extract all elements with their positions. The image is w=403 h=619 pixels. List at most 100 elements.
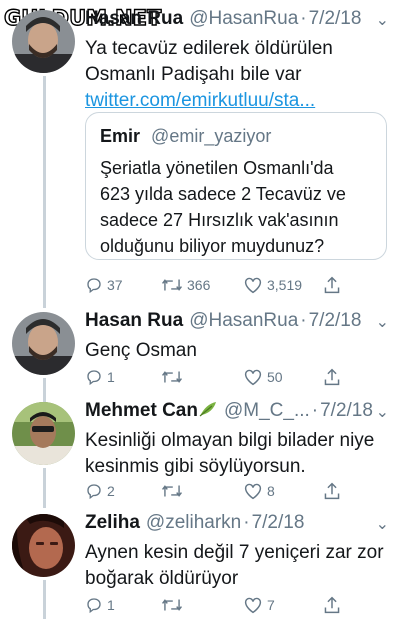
retweet-button[interactable] [161, 482, 187, 500]
like-icon [244, 483, 262, 500]
chevron-down-icon[interactable]: ⌄ [376, 10, 389, 30]
tweet-text: Genç Osman [85, 338, 393, 364]
retweet-count: 366 [187, 277, 211, 293]
avatar[interactable] [12, 312, 75, 375]
separator-dot: · [311, 400, 319, 421]
chevron-down-icon[interactable]: ⌄ [376, 402, 389, 422]
avatar[interactable] [12, 402, 75, 465]
retweet-icon [162, 279, 182, 291]
separator-dot: · [300, 310, 307, 331]
tweet-link[interactable]: twitter.com/emirkutluu/sta... [85, 88, 393, 114]
tweet-actions: 1 50 [85, 366, 393, 388]
display-name[interactable]: Hasan Rua [85, 8, 183, 30]
tweet-text: Aynen kesin değil 7 yeniçeri zar zor boğ… [85, 540, 393, 592]
leaf-emoji-icon [199, 402, 216, 417]
retweet-button[interactable]: 366 [161, 276, 210, 294]
tweet-text: Kesinliği olmayan bilgi bilader niye kes… [85, 428, 393, 480]
tweet-text-line: Ya tecavüz edilerek öldürülen [85, 38, 333, 59]
separator-dot: · [243, 512, 250, 533]
reply-button[interactable]: 1 [85, 596, 115, 614]
quote-display-name: Emir [100, 126, 141, 146]
tweet-header: Hasan Rua @HasanRua · 7/2/18 [85, 8, 393, 32]
reply-button[interactable]: 2 [85, 482, 115, 500]
like-icon [244, 597, 262, 614]
display-name-text: Mehmet Can [85, 400, 198, 421]
tweet-text-line: boğarak öldürüyor [85, 568, 239, 589]
reply-button[interactable]: 1 [85, 368, 115, 386]
quote-text-line: Şeriatla yönetilen Osmanlı'da [100, 158, 334, 178]
handle[interactable]: @M_C_... [224, 400, 310, 422]
quote-text-line: olduğunu biliyor muydunuz? [100, 236, 325, 256]
share-button[interactable] [323, 367, 341, 387]
tweet-text-line: Osmanlı Padişahı bile var [85, 64, 302, 85]
chevron-down-icon[interactable]: ⌄ [376, 514, 389, 534]
share-icon [324, 596, 340, 614]
tweet-date[interactable]: 7/2/18 [320, 400, 373, 422]
reply-button[interactable]: 37 [85, 276, 123, 294]
retweet-button[interactable] [161, 368, 187, 386]
quote-header: Emir @emir_yaziyor [100, 125, 372, 147]
retweet-icon [162, 371, 182, 383]
tweet-text-line: Aynen kesin değil 7 yeniçeri zar zor [85, 542, 384, 563]
reply-count: 1 [107, 369, 115, 385]
tweet-date[interactable]: 7/2/18 [309, 8, 362, 30]
chevron-down-icon[interactable]: ⌄ [376, 312, 389, 332]
share-icon [324, 482, 340, 500]
tweet-date[interactable]: 7/2/18 [309, 310, 362, 332]
thread-line [43, 378, 46, 402]
tweet-actions: 1 7 [85, 594, 393, 616]
quoted-tweet[interactable]: Emir @emir_yaziyor Şeriatla yönetilen Os… [85, 112, 387, 260]
share-icon [324, 276, 340, 294]
like-button[interactable]: 50 [243, 368, 283, 386]
like-count: 7 [267, 597, 275, 613]
tweet-date[interactable]: 7/2/18 [252, 512, 305, 534]
share-button[interactable] [323, 275, 341, 295]
quote-text: Şeriatla yönetilen Osmanlı'da 623 yılda … [100, 155, 372, 259]
like-count: 3,519 [267, 277, 303, 293]
like-button[interactable]: 8 [243, 482, 275, 500]
share-button[interactable] [323, 595, 341, 615]
display-name[interactable]: Zeliha [85, 512, 140, 534]
avatar[interactable] [12, 514, 75, 577]
thread-line [43, 468, 46, 508]
like-count: 8 [267, 483, 275, 499]
separator-dot: · [300, 8, 307, 29]
like-button[interactable]: 3,519 [243, 276, 302, 294]
tweet-text-line: Kesinliği olmayan bilgi bilader niye [85, 430, 375, 451]
share-button[interactable] [323, 481, 341, 501]
quote-handle: @emir_yaziyor [151, 126, 272, 146]
thread-line [43, 580, 46, 619]
handle[interactable]: @zeliharkn [146, 512, 241, 534]
tweet-text-line: kesinmis gibi söylüyorsun. [85, 456, 306, 477]
tweet-actions: 37 366 3,519 [85, 274, 393, 296]
handle[interactable]: @HasanRua [189, 310, 298, 332]
display-name[interactable]: Hasan Rua [85, 310, 183, 332]
display-name[interactable]: Mehmet Can [85, 400, 218, 422]
like-icon [244, 369, 262, 386]
reply-icon [87, 484, 101, 500]
thread-line [43, 76, 46, 308]
reply-count: 37 [107, 277, 123, 293]
reply-count: 1 [107, 597, 115, 613]
tweet-header: Mehmet Can @M_C_... · 7/2/18 [85, 400, 393, 424]
tweet-header: Hasan Rua @HasanRua · 7/2/18 [85, 310, 393, 334]
retweet-icon [162, 485, 182, 497]
avatar[interactable] [12, 10, 75, 73]
like-button[interactable]: 7 [243, 596, 275, 614]
reply-count: 2 [107, 483, 115, 499]
like-count: 50 [267, 369, 283, 385]
retweet-button[interactable] [161, 596, 187, 614]
quote-text-line: 623 yılda sadece 2 Tecavüz ve [100, 184, 346, 204]
handle[interactable]: @HasanRua [189, 8, 298, 30]
retweet-icon [162, 599, 182, 611]
tweet-actions: 2 8 [85, 480, 393, 502]
reply-icon [87, 370, 101, 386]
tweet-header: Zeliha @zeliharkn · 7/2/18 [85, 512, 393, 536]
quote-text-line: sadece 27 Hırsızlık vak'asının [100, 210, 339, 230]
share-icon [324, 368, 340, 386]
tweet-text-line: Genç Osman [85, 340, 197, 361]
reply-icon [87, 598, 101, 614]
reply-icon [87, 278, 101, 294]
tweet-text: Ya tecavüz edilerek öldürülen Osmanlı Pa… [85, 36, 393, 88]
like-icon [244, 277, 262, 294]
